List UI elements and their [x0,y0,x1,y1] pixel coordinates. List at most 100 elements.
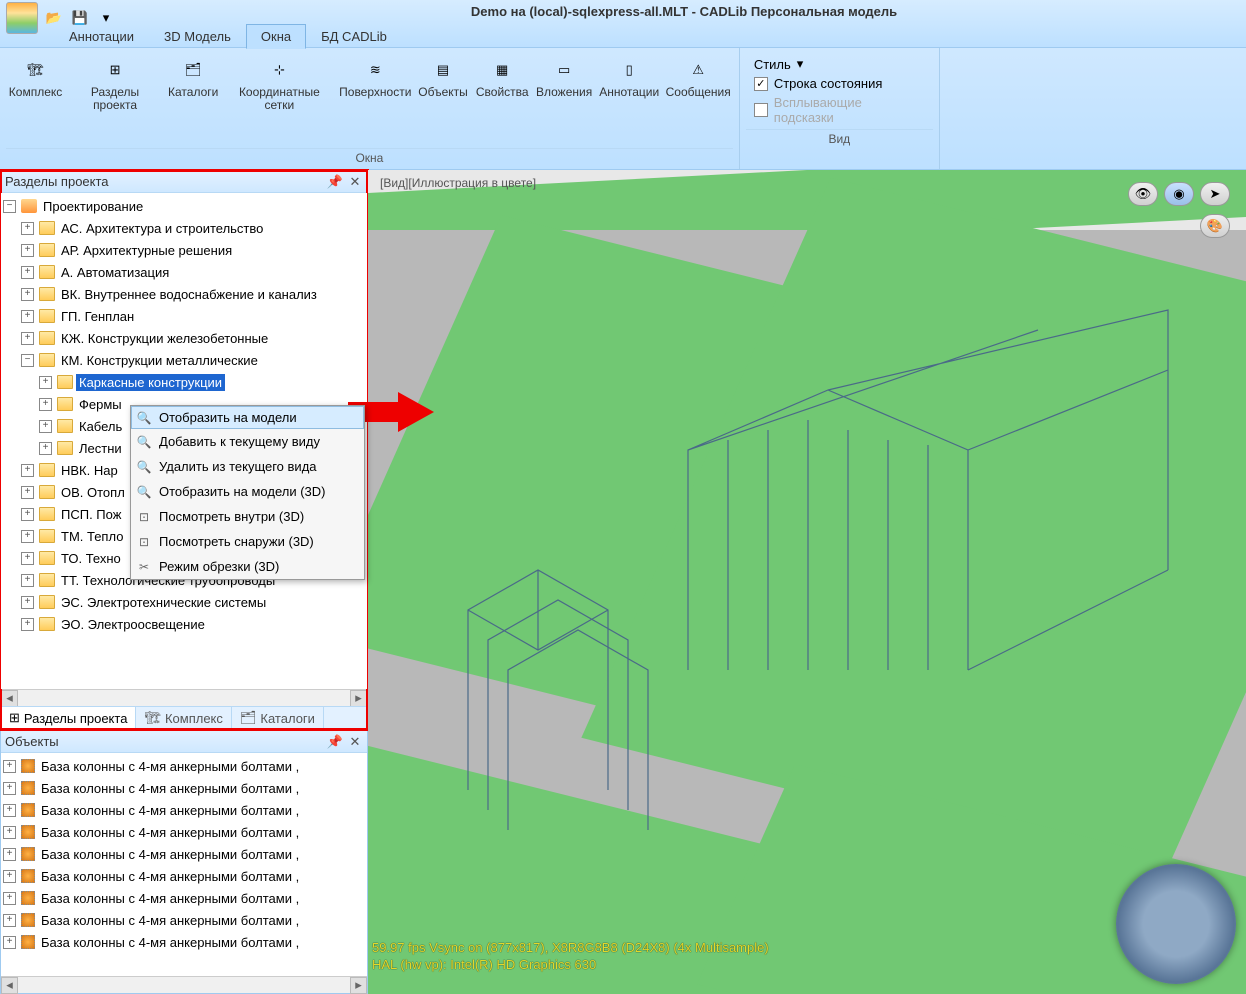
tree-row[interactable]: +База колонны с 4-мя анкерными болтами , [1,777,367,799]
expand-icon[interactable]: + [21,222,34,235]
scroll-right-icon[interactable]: ▸ [350,977,367,994]
btn-messages[interactable]: ⚠Сообщения [664,52,733,148]
expand-icon[interactable]: + [3,760,16,773]
object-icon [21,913,35,927]
expand-icon[interactable]: + [39,376,52,389]
tree-row[interactable]: −КМ. Конструкции металлические [1,349,367,371]
btn-sections[interactable]: ⊞Разделы проекта [67,52,163,148]
expand-icon[interactable]: + [21,288,34,301]
tree-row[interactable]: +База колонны с 4-мя анкерными болтами , [1,843,367,865]
tree-row[interactable]: + АР. Архитектурные решения [1,239,367,261]
scrollbar-h[interactable]: ◂ ▸ [1,976,367,993]
expand-icon[interactable]: + [21,266,34,279]
expand-icon[interactable]: + [21,332,34,345]
collapse-icon[interactable]: − [21,354,34,367]
expand-icon[interactable]: + [3,848,16,861]
collapse-icon[interactable]: − [3,200,16,213]
orbit-icon[interactable]: ◉ [1164,182,1194,206]
tree-label: Проектирование [40,198,146,215]
pin-icon[interactable]: 📌 [327,174,343,190]
pin-icon[interactable]: 📌 [327,734,343,750]
tree-row[interactable]: +ЭО. Электроосвещение [1,613,367,635]
expand-icon[interactable]: + [21,486,34,499]
expand-icon[interactable]: + [21,464,34,477]
expand-icon[interactable]: + [21,310,34,323]
expand-icon[interactable]: + [3,870,16,883]
expand-icon[interactable]: + [21,530,34,543]
ctx-item[interactable]: 🔍Отобразить на модели (3D) [131,479,364,504]
expand-icon[interactable]: + [3,804,16,817]
tree-row[interactable]: − Проектирование [1,195,367,217]
expand-icon[interactable]: + [21,244,34,257]
expand-icon[interactable]: + [3,936,16,949]
expand-icon[interactable]: + [21,618,34,631]
window-title: Demo на (local)-sqlexpress-all.MLT - CAD… [122,0,1246,19]
tree-objects[interactable]: +База колонны с 4-мя анкерными болтами ,… [1,753,367,976]
tree-row[interactable]: +База колонны с 4-мя анкерными болтами , [1,931,367,953]
close-icon[interactable]: ✕ [347,174,363,190]
expand-icon[interactable]: + [3,914,16,927]
chk-status-bar[interactable]: ✓Строка состояния [754,76,925,91]
tree-row[interactable]: +ГП. Генплан [1,305,367,327]
expand-icon[interactable]: + [3,892,16,905]
tree-label: АР. Архитектурные решения [58,242,235,259]
tree-row[interactable]: +АС. Архитектура и строительство [1,217,367,239]
expand-icon[interactable]: + [21,574,34,587]
ctx-item[interactable]: 🔍Удалить из текущего вида [131,454,364,479]
tree-label: Лестни [76,440,125,457]
tree-row[interactable]: +База колонны с 4-мя анкерными болтами , [1,821,367,843]
btn-catalogs[interactable]: 🗂Каталоги [165,52,221,148]
ctx-item[interactable]: ✂Режим обрезки (3D) [131,554,364,579]
close-icon[interactable]: ✕ [347,734,363,750]
scroll-left-icon[interactable]: ◂ [1,977,18,994]
tree-row[interactable]: +База колонны с 4-мя анкерными болтами , [1,799,367,821]
tree-row[interactable]: +Каркасные конструкции [1,371,367,393]
tree-row[interactable]: +База колонны с 4-мя анкерными болтами , [1,755,367,777]
style-dropdown[interactable]: Стиль ▾ [754,56,925,72]
tree-row[interactable]: +ВК. Внутреннее водоснабжение и канализ [1,283,367,305]
expand-icon[interactable]: + [21,508,34,521]
expand-icon[interactable]: + [3,826,16,839]
tab-annotations[interactable]: Аннотации [54,24,149,49]
tree-row[interactable]: +База колонны с 4-мя анкерными болтами , [1,909,367,931]
btn-properties[interactable]: ▦Свойства [473,52,531,148]
ptab-catalogs[interactable]: 🗂Каталоги [232,707,324,729]
expand-icon[interactable]: + [39,442,52,455]
tab-db-cadlib[interactable]: БД CADLib [306,24,402,49]
btn-complex[interactable]: 🏗Комплекс [6,52,65,148]
scrollbar-h[interactable]: ◂ ▸ [1,689,367,706]
tab-windows[interactable]: Окна [246,24,306,49]
btn-annotations[interactable]: ▯Аннотации [597,52,662,148]
tree-row[interactable]: +А. Автоматизация [1,261,367,283]
btn-attachments[interactable]: ▭Вложения [533,52,594,148]
scroll-right-icon[interactable]: ▸ [350,690,367,707]
viewport-3d[interactable]: [Вид][Иллюстрация в цвете] 👁 ◉ ➤ 🎨 59.97… [368,170,1246,994]
palette-icon[interactable]: 🎨 [1200,214,1230,238]
ctx-item[interactable]: ⊡Посмотреть внутри (3D) [131,504,364,529]
ctx-item[interactable]: 🔍Добавить к текущему виду [131,429,364,454]
cursor-icon[interactable]: ➤ [1200,182,1230,206]
tree-row[interactable]: +База колонны с 4-мя анкерными болтами , [1,887,367,909]
expand-icon[interactable]: + [3,782,16,795]
chk-tooltips[interactable]: Всплывающие подсказки [754,95,925,125]
tree-row[interactable]: +База колонны с 4-мя анкерными болтами , [1,865,367,887]
tree-row[interactable]: +КЖ. Конструкции железобетонные [1,327,367,349]
scroll-left-icon[interactable]: ◂ [1,690,18,707]
folder-icon [57,397,73,411]
compass-widget[interactable] [1116,864,1236,984]
btn-surfaces[interactable]: ≋Поверхности [338,52,414,148]
btn-objects[interactable]: ▤Объекты [415,52,471,148]
eye-icon[interactable]: 👁 [1128,182,1158,206]
ptab-complex[interactable]: 🏗Комплекс [136,707,231,729]
ctx-item[interactable]: ⊡Посмотреть снаружи (3D) [131,529,364,554]
expand-icon[interactable]: + [39,420,52,433]
ptab-sections[interactable]: ⊞Разделы проекта [1,707,136,729]
tab-3d-model[interactable]: 3D Модель [149,24,246,49]
ctx-item[interactable]: 🔍Отобразить на модели [131,406,364,429]
btn-grids[interactable]: ⊹Координатные сетки [223,52,335,148]
expand-icon[interactable]: + [21,552,34,565]
expand-icon[interactable]: + [21,596,34,609]
tree-row[interactable]: +ЭС. Электротехнические системы [1,591,367,613]
expand-icon[interactable]: + [39,398,52,411]
object-icon [21,825,35,839]
